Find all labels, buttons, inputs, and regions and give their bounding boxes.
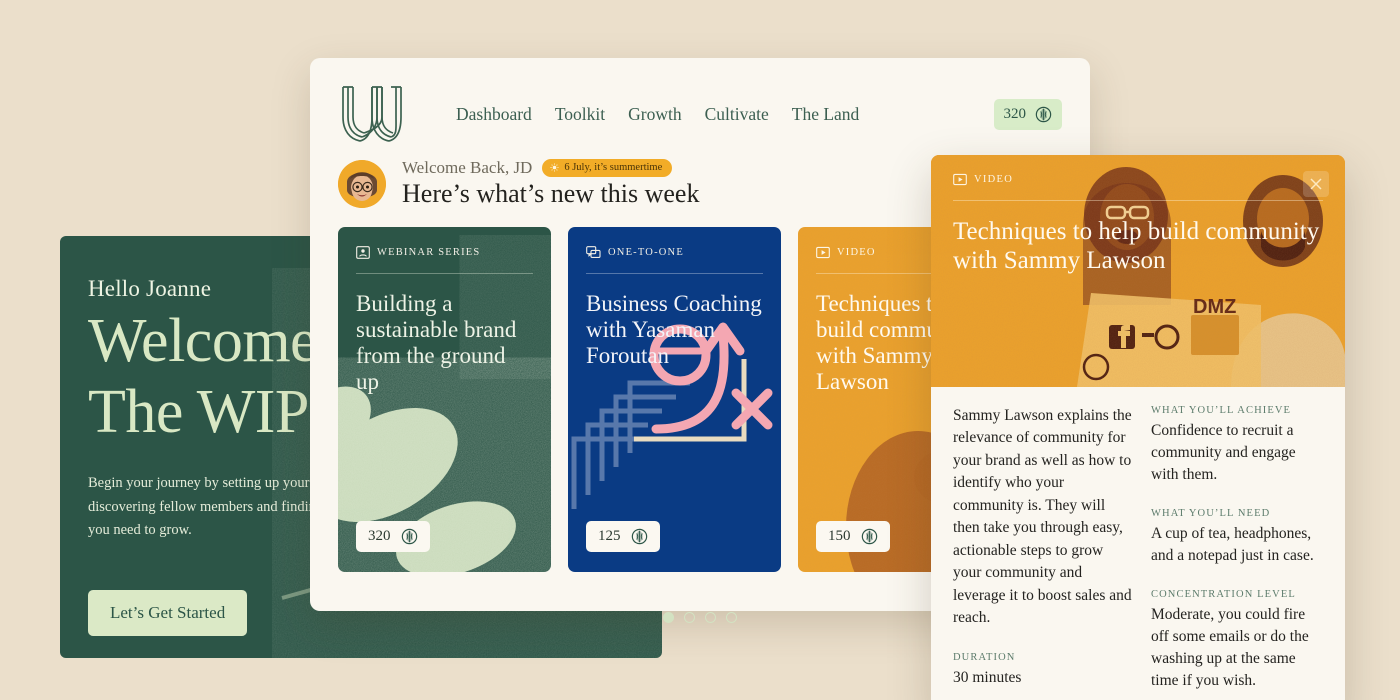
modal-label-text: VIDEO: [974, 174, 1014, 185]
card-title: Building a sustainable brand from the gr…: [356, 291, 517, 394]
seed-icon: [631, 528, 647, 545]
screen: Hello Joanne Welcome to The WIP Begin yo…: [0, 0, 1400, 700]
card-points-value: 150: [828, 528, 851, 544]
nav-cultivate[interactable]: Cultivate: [705, 104, 769, 125]
modal-label: VIDEO: [953, 173, 1323, 186]
concentration-value: Moderate, you could fire off some emails…: [1151, 606, 1309, 689]
card-divider: [586, 273, 763, 274]
need-label: WHAT YOU’LL NEED: [1151, 508, 1271, 519]
points-value: 320: [1003, 105, 1027, 122]
card-label-text: ONE-TO-ONE: [608, 247, 684, 258]
sun-icon: [550, 163, 559, 172]
modal-description-column: Sammy Lawson explains the relevance of c…: [953, 405, 1133, 692]
need-value: A cup of tea, headphones, and a notepad …: [1151, 525, 1314, 564]
nav-growth[interactable]: Growth: [628, 104, 681, 125]
seed-icon: [401, 528, 417, 545]
points-balance[interactable]: 320: [993, 98, 1062, 130]
card-label: WEBINAR SERIES: [356, 246, 533, 259]
main-nav: Dashboard Toolkit Growth Cultivate The L…: [456, 104, 859, 125]
card-webinar-series[interactable]: WEBINAR SERIES Building a sustainable br…: [338, 227, 551, 572]
modal-description: Sammy Lawson explains the relevance of c…: [953, 407, 1132, 627]
close-icon[interactable]: [1303, 171, 1329, 197]
play-frame-icon: [953, 173, 967, 186]
achieve-label: WHAT YOU’LL ACHIEVE: [1151, 405, 1292, 416]
seed-icon: [1035, 106, 1052, 122]
page-title: Here’s what’s new this week: [402, 179, 700, 208]
nav-the-land[interactable]: The Land: [792, 104, 860, 125]
card-title: Business Coaching with Yasaman Foroutan: [586, 291, 762, 368]
duration-label: DURATION: [953, 651, 1016, 663]
modal-title: Techniques to help build community with …: [953, 218, 1320, 274]
close-glyph: [1310, 178, 1322, 190]
avatar: [338, 159, 386, 208]
modal-hero: DMZ VIDEO Techniques to help build commu…: [931, 155, 1345, 387]
modal-body: Sammy Lawson explains the relevance of c…: [931, 387, 1345, 692]
achieve-value: Confidence to recruit a community and en…: [1151, 422, 1296, 483]
concentration-label: CONCENTRATION LEVEL: [1151, 589, 1296, 600]
the-wip-logo: [342, 86, 402, 142]
card-label-text: WEBINAR SERIES: [377, 247, 481, 258]
play-frame-icon: [816, 246, 830, 259]
modal-divider: [953, 200, 1323, 201]
person-frame-icon: [356, 246, 370, 259]
pagination-dot-3[interactable]: [705, 612, 716, 623]
chat-bubbles-icon: [586, 246, 601, 258]
nav-dashboard[interactable]: Dashboard: [456, 104, 532, 125]
date-chip-text: 6 July, it’s summertime: [564, 162, 663, 174]
nav-toolkit[interactable]: Toolkit: [555, 104, 605, 125]
pagination-dot-4[interactable]: [726, 612, 737, 623]
card-points-badge: 320: [356, 521, 430, 552]
video-detail-modal: DMZ VIDEO Techniques to help build commu…: [931, 155, 1345, 700]
card-label: ONE-TO-ONE: [586, 246, 763, 259]
app-header: Dashboard Toolkit Growth Cultivate The L…: [310, 58, 1090, 150]
seed-icon: [861, 528, 877, 545]
card-points-badge: 150: [816, 521, 890, 552]
card-one-to-one[interactable]: ONE-TO-ONE Business Coaching with Yasama…: [568, 227, 781, 572]
welcome-greeting: Welcome Back, JD: [402, 158, 533, 177]
date-chip: 6 July, it’s summertime: [542, 158, 673, 178]
card-divider: [356, 273, 533, 274]
duration-value: 30 minutes: [953, 668, 1022, 686]
card-points-value: 320: [368, 528, 391, 544]
pagination-dot-2[interactable]: [684, 612, 695, 623]
modal-meta-column: WHAT YOU’LL ACHIEVE Confidence to recrui…: [1151, 405, 1323, 692]
card-points-value: 125: [598, 528, 621, 544]
card-points-badge: 125: [586, 521, 660, 552]
pagination-dot-1[interactable]: [663, 612, 674, 623]
card-label-text: VIDEO: [837, 247, 876, 258]
